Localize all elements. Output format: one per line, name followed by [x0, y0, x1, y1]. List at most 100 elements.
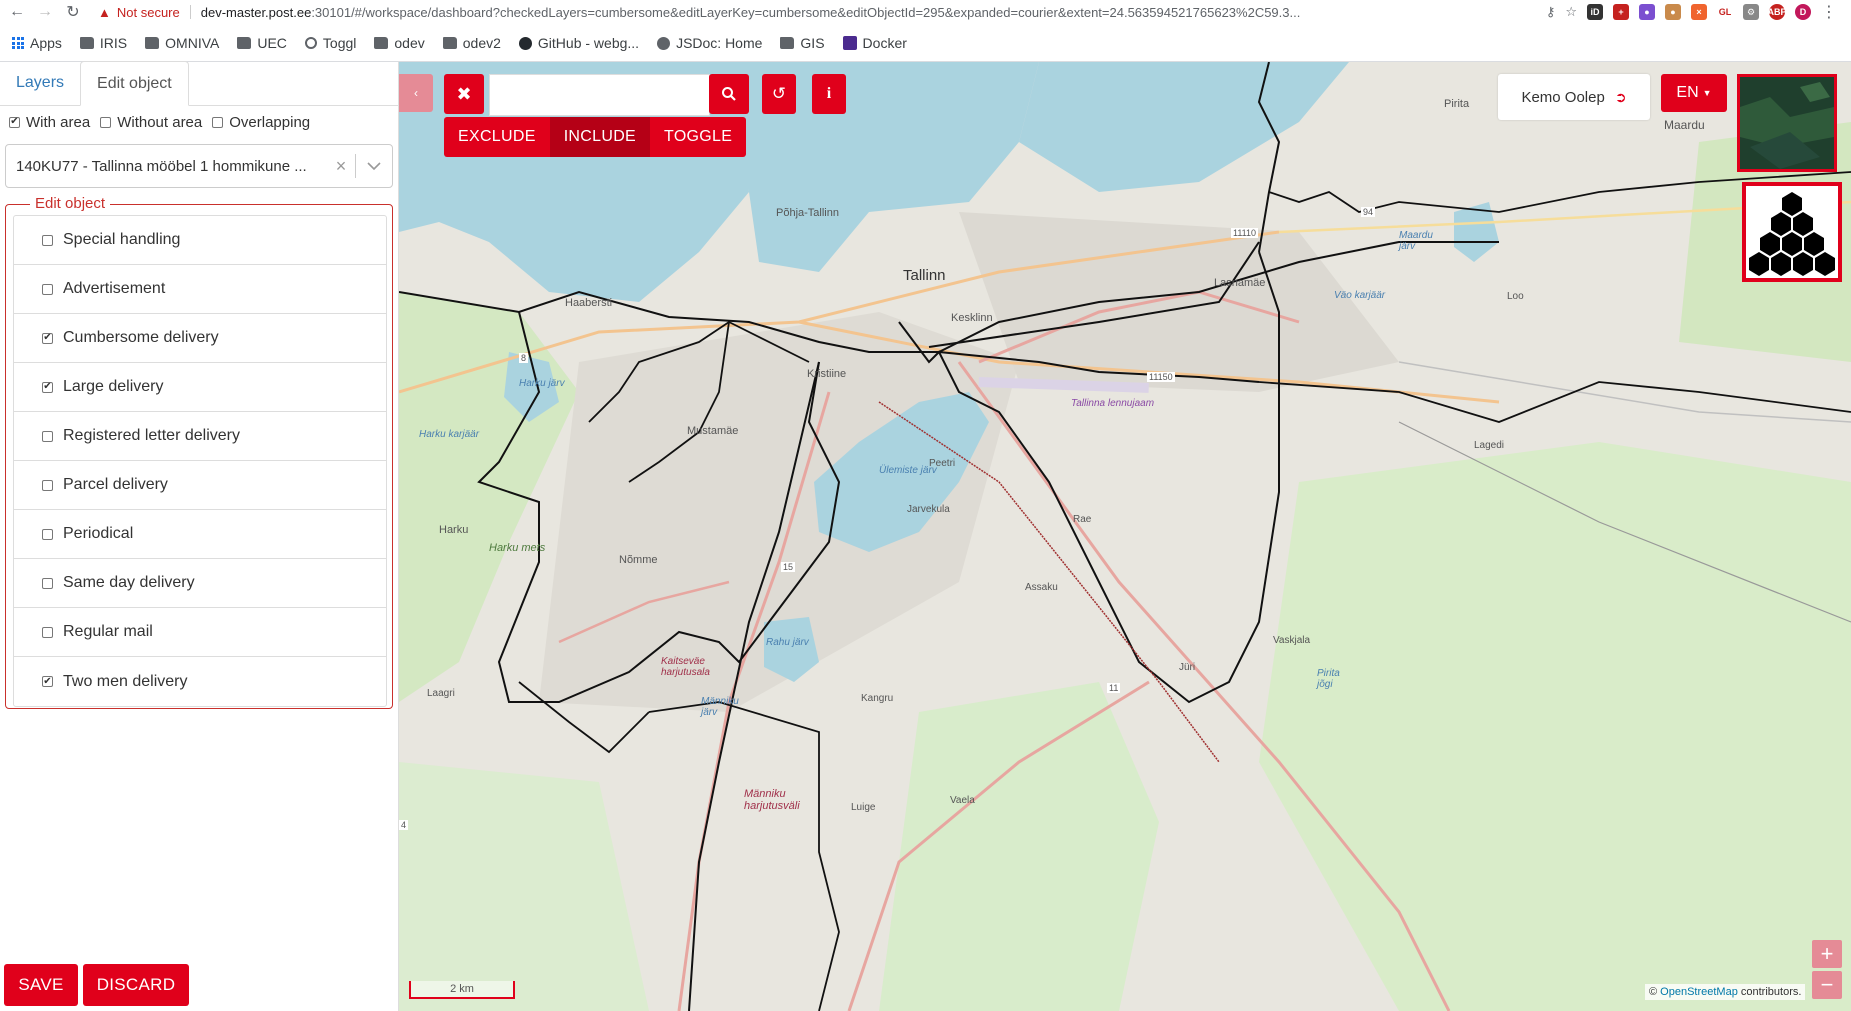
- checkbox-same-day-delivery[interactable]: [42, 577, 53, 589]
- bookmark-jsdoc[interactable]: JSDoc: Home: [657, 35, 762, 51]
- map-label-maardu-jarv: Maardu järv: [1399, 230, 1433, 252]
- option-cumbersome-delivery[interactable]: ✔ Cumbersome delivery: [14, 314, 386, 363]
- option-same-day-delivery[interactable]: Same day delivery: [14, 559, 386, 608]
- checkbox-regular-mail[interactable]: [42, 626, 53, 638]
- profile-avatar[interactable]: D: [1795, 4, 1811, 20]
- reset-button[interactable]: ↺: [762, 74, 796, 114]
- option-large-delivery[interactable]: ✔ Large delivery: [14, 363, 386, 412]
- checkbox-with-area[interactable]: ✔: [9, 116, 20, 128]
- checkbox-without-area[interactable]: [100, 116, 112, 128]
- exclude-button[interactable]: EXCLUDE: [444, 117, 550, 157]
- map-label-rahu-jarv: Rahu järv: [766, 637, 809, 648]
- bookmark-github[interactable]: GitHub - webg...: [518, 35, 639, 51]
- openstreetmap-link[interactable]: OpenStreetMap: [1660, 986, 1738, 998]
- save-button[interactable]: SAVE: [4, 964, 78, 1006]
- map-search-input[interactable]: [489, 74, 710, 116]
- option-two-men-delivery[interactable]: ✔ Two men delivery: [14, 657, 386, 706]
- filter-overlapping[interactable]: Overlapping: [212, 114, 310, 131]
- orange-extension-icon[interactable]: ×: [1691, 4, 1707, 20]
- checkbox-large-delivery[interactable]: ✔: [42, 381, 53, 393]
- search-button[interactable]: [709, 74, 749, 114]
- sidebar-tabs: Layers Edit object: [0, 61, 398, 106]
- checkbox-overlapping[interactable]: [212, 116, 224, 128]
- hexagon-layer-thumbnail[interactable]: [1742, 182, 1842, 282]
- folder-icon: [374, 37, 389, 49]
- checkbox-periodical[interactable]: [42, 528, 53, 540]
- checkbox-cumbersome-delivery[interactable]: ✔: [42, 332, 53, 344]
- reload-icon[interactable]: ↻: [62, 1, 84, 23]
- option-parcel-delivery[interactable]: Parcel delivery: [14, 461, 386, 510]
- globe-icon: [657, 36, 671, 50]
- extension-icons: ⚷ ☆ iD + ● ● × GL ⚙ ABP D ⋮: [1546, 2, 1837, 22]
- toggle-button[interactable]: TOGGLE: [650, 117, 747, 157]
- clear-search-button[interactable]: ✖: [444, 74, 484, 114]
- info-button[interactable]: i: [812, 74, 846, 114]
- tab-layers[interactable]: Layers: [0, 61, 80, 105]
- chevron-down-icon[interactable]: [356, 144, 392, 188]
- option-regular-mail[interactable]: Regular mail: [14, 608, 386, 657]
- object-select[interactable]: 140KU77 - Tallinna mööbel 1 hommikune ..…: [5, 144, 393, 188]
- star-icon[interactable]: ☆: [1565, 4, 1577, 20]
- checkbox-two-men-delivery[interactable]: ✔: [42, 676, 53, 687]
- map-label-kristiine: Kristiine: [807, 368, 847, 380]
- map-label-tallinn: Tallinn: [903, 267, 946, 284]
- option-advertisement[interactable]: Advertisement: [14, 265, 386, 314]
- satellite-layer-thumbnail[interactable]: [1737, 74, 1837, 172]
- address-bar[interactable]: ▲ Not secure dev-master.post.ee :30101/#…: [98, 1, 1536, 23]
- user-logout-button[interactable]: Kemo Oolep ➲: [1498, 74, 1650, 120]
- bookmark-apps[interactable]: Apps: [12, 35, 62, 51]
- language-dropdown[interactable]: EN ▼: [1661, 74, 1727, 112]
- collapse-sidebar-button[interactable]: ‹: [399, 74, 433, 112]
- id-extension-icon[interactable]: iD: [1587, 4, 1603, 20]
- red-extension-icon[interactable]: +: [1613, 4, 1629, 20]
- checkbox-advertisement[interactable]: [42, 283, 53, 295]
- map-label-maardu: Maardu: [1664, 118, 1705, 132]
- option-label: Periodical: [63, 525, 134, 542]
- caret-down-icon: ▼: [1702, 88, 1712, 98]
- user-name: Kemo Oolep: [1521, 88, 1605, 106]
- checkbox-registered-letter-delivery[interactable]: [42, 430, 53, 442]
- discard-button[interactable]: DISCARD: [83, 964, 189, 1006]
- checkbox-special-handling[interactable]: [42, 234, 53, 246]
- folder-icon: [145, 37, 160, 49]
- bookmark-toggl[interactable]: Toggl: [304, 35, 356, 51]
- map-canvas[interactable]: Pirita Maardu Põhja-Tallinn Tallinn Lasn…: [399, 62, 1851, 1011]
- map-base-svg: [399, 62, 1851, 1011]
- bookmark-odev2[interactable]: odev2: [442, 35, 501, 51]
- key-icon[interactable]: ⚷: [1546, 4, 1556, 20]
- color-extension-icon[interactable]: ●: [1639, 4, 1655, 20]
- cookie-extension-icon[interactable]: ●: [1665, 4, 1681, 20]
- zoom-in-button[interactable]: +: [1812, 940, 1842, 968]
- warning-triangle-icon: ▲: [98, 4, 111, 20]
- tab-edit-object[interactable]: Edit object: [80, 61, 189, 106]
- bookmark-docker[interactable]: Docker: [842, 35, 907, 51]
- map-label-harku-mets: Harku mets: [489, 542, 546, 554]
- filter-without-area[interactable]: Without area: [100, 114, 202, 131]
- road-number-11150: 11150: [1147, 372, 1175, 382]
- github-icon: [518, 36, 532, 50]
- gear-extension-icon[interactable]: ⚙: [1743, 4, 1759, 20]
- option-periodical[interactable]: Periodical: [14, 510, 386, 559]
- checkbox-parcel-delivery[interactable]: [42, 479, 53, 491]
- map-label-harku-karjaar: Harku karjäär: [419, 429, 480, 440]
- forward-arrow-icon[interactable]: →: [34, 1, 56, 23]
- menu-dots-icon[interactable]: ⋮: [1821, 2, 1837, 22]
- bookmark-uec[interactable]: UEC: [237, 35, 287, 51]
- option-special-handling[interactable]: Special handling: [14, 216, 386, 265]
- abp-extension-icon[interactable]: ABP: [1768, 4, 1787, 20]
- include-button[interactable]: INCLUDE: [549, 117, 651, 157]
- bookmark-omniva[interactable]: OMNIVA: [145, 35, 219, 51]
- bookmark-gis[interactable]: GIS: [780, 35, 825, 51]
- bookmark-odev[interactable]: odev: [374, 35, 425, 51]
- option-registered-letter-delivery[interactable]: Registered letter delivery: [14, 412, 386, 461]
- clear-icon[interactable]: ×: [327, 156, 355, 177]
- back-arrow-icon[interactable]: ←: [6, 1, 28, 23]
- map-label-tallinna-lennujaam: Tallinna lennujaam: [1071, 398, 1155, 409]
- security-status: Not secure: [116, 4, 180, 20]
- zoom-out-button[interactable]: −: [1812, 971, 1842, 999]
- filter-with-area[interactable]: ✔ With area: [9, 114, 90, 131]
- bookmark-iris[interactable]: IRIS: [79, 35, 127, 51]
- sidebar: Layers Edit object ✔ With area Without ar…: [0, 61, 399, 1011]
- gl-extension-icon[interactable]: GL: [1717, 4, 1733, 20]
- option-label: Two men delivery: [63, 672, 188, 690]
